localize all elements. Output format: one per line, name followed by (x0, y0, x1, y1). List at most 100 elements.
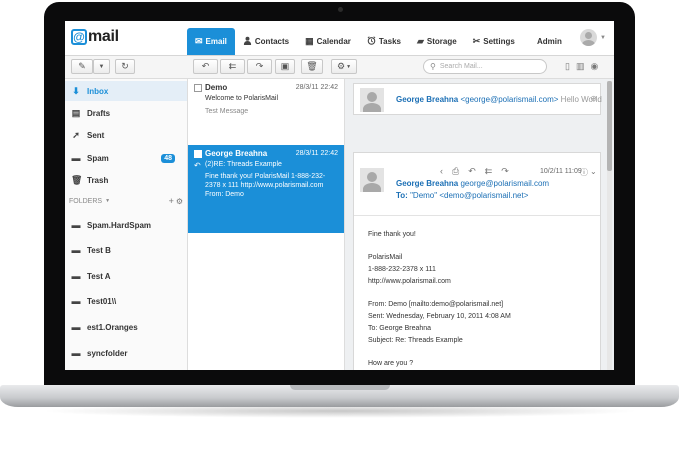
tab-tasks[interactable]: Tasks (359, 28, 409, 55)
folder-icon: ▬ (71, 348, 81, 358)
compose-button[interactable]: ✎ (71, 59, 93, 74)
forward-button[interactable]: ↷ (247, 59, 272, 74)
search-input[interactable]: ⚲ Search Mail... (423, 59, 547, 74)
recipient: "Demo" <demo@polarismail.net> (410, 191, 529, 200)
delete-button[interactable]: 🗑 (301, 59, 323, 74)
sidebar-item-label: Spam (87, 153, 109, 163)
folder-item[interactable]: ▬ est1.Oranges (65, 317, 187, 337)
message-subject: (2)RE: Threads Example (205, 161, 282, 168)
message-actions: ‹ ⎙ ↶ ⇇ ↷ (440, 166, 509, 177)
chevron-down-icon[interactable]: ⌄ (590, 167, 597, 176)
chevron-down-icon[interactable]: ▼ (105, 198, 110, 204)
forward-icon[interactable]: ↷ (501, 166, 509, 177)
reading-scrollbar[interactable] (607, 81, 612, 370)
laptop-notch (290, 385, 390, 390)
storage-icon: ▰ (416, 36, 424, 46)
body-line: To: George Breahna (368, 325, 432, 332)
info-icon[interactable]: ⓘ (580, 167, 588, 178)
message-date: 28/3/11 22:42 (295, 150, 338, 157)
folder-icon: ▬ (71, 153, 81, 163)
archive-button[interactable]: ▣ (275, 59, 295, 74)
app-screen: @ mail ✉ Email Contacts ▦ Calendar Tasks… (65, 21, 614, 370)
reply-icon[interactable]: ↶ (468, 166, 476, 177)
sidebar-item-label: Drafts (87, 108, 111, 118)
trash-icon: 🗑 (71, 174, 83, 185)
layout-single-icon[interactable]: ▯ (565, 61, 570, 72)
settings-menu-button[interactable]: ⚙ ▼ (331, 59, 357, 74)
reply-all-icon[interactable]: ⇇ (485, 166, 493, 177)
tab-settings-label: Settings (483, 37, 515, 46)
sidebar-item-label: Trash (87, 175, 109, 185)
list-item[interactable]: Demo 28/3/11 22:42 Welcome to PolarisMai… (188, 79, 344, 145)
folder-icon: ▬ (71, 220, 81, 230)
layout-split-icon[interactable]: ▥ (576, 61, 585, 72)
body-line: http://www.polarismail.com (368, 278, 451, 285)
chevron-down-icon: ▼ (346, 63, 352, 70)
sidebar-item-drafts[interactable]: ▤ Drafts (65, 103, 187, 123)
folder-icon: ▬ (71, 322, 81, 332)
add-folder-icon[interactable]: + (169, 196, 174, 206)
body-line: PolarisMail (368, 254, 403, 261)
sent-icon: ➚ (72, 129, 80, 140)
tab-contacts[interactable]: Contacts (235, 28, 297, 55)
refresh-button[interactable]: ↻ (115, 59, 135, 74)
user-avatar[interactable] (580, 29, 597, 46)
folder-icon: ▬ (71, 296, 81, 306)
message-checkbox[interactable] (194, 150, 202, 158)
scrollbar-thumb[interactable] (607, 81, 612, 171)
trash-icon: 🗑 (306, 61, 318, 71)
person-icon (243, 36, 252, 47)
eye-icon[interactable]: ◉ (590, 61, 598, 72)
folder-item[interactable]: ▬ syncfolder (65, 343, 187, 363)
message-sender: Demo (205, 83, 228, 92)
logo-text: mail (88, 28, 119, 45)
reply-button[interactable]: ↶ (193, 59, 218, 74)
message-sender: George Breahna (205, 149, 268, 158)
tab-settings[interactable]: ✂ Settings (465, 28, 523, 55)
message-preview: Test Message (205, 108, 249, 115)
reply-all-button[interactable]: ⇇ (220, 59, 245, 74)
print-icon[interactable]: ⎙ (452, 166, 459, 177)
message-checkbox[interactable] (194, 84, 202, 92)
chevron-down-icon[interactable]: ▼ (600, 35, 606, 41)
tab-storage-label: Storage (426, 37, 457, 46)
gear-icon: ⚙ (336, 61, 346, 71)
list-item[interactable]: George Breahna 28/3/11 22:42 ↶ (2)RE: Th… (188, 145, 344, 233)
tab-storage[interactable]: ▰ Storage (409, 28, 465, 55)
expand-icon[interactable]: ⊕ (590, 94, 597, 103)
folder-item[interactable]: ▬ Spam.HardSpam (65, 215, 187, 235)
reply-icon: ↶ (194, 161, 201, 170)
app-logo[interactable]: @ mail (71, 28, 119, 46)
body-line: Sent: Wednesday, February 10, 2011 4:08 … (368, 313, 511, 320)
sender-email: george@polarismail.com (460, 179, 550, 188)
tab-email[interactable]: ✉ Email (187, 28, 235, 55)
body-line: How are you ? (368, 360, 414, 367)
collapsed-message[interactable]: George Breahna <george@polarismail.com> … (353, 83, 602, 115)
sidebar-item-sent[interactable]: ➚ Sent (65, 125, 187, 145)
alarm-icon (367, 36, 376, 47)
admin-link[interactable]: Admin (537, 37, 562, 46)
tab-calendar-label: Calendar (316, 37, 351, 46)
unread-count-badge: 48 (161, 153, 175, 163)
header-divider (354, 215, 600, 216)
folder-item[interactable]: ▬ Test01\\ (65, 291, 187, 311)
chevron-left-icon[interactable]: ‹ (440, 166, 443, 177)
tab-calendar[interactable]: ▦ Calendar (297, 28, 359, 55)
preview-line: From: Demo (205, 191, 244, 198)
message-from-line: George Breahna george@polarismail.com (396, 179, 549, 188)
folder-item[interactable]: ▬ Test A (65, 266, 187, 286)
preview-line: Fine thank you! PolarisMail 1-888-232- (205, 173, 326, 180)
sidebar-item-inbox[interactable]: ⬇ Inbox (65, 81, 187, 101)
envelope-icon: ✉ (195, 36, 203, 46)
tab-contacts-label: Contacts (254, 37, 290, 46)
gear-icon[interactable]: ⚙ (176, 197, 183, 206)
to-label: To: (396, 191, 408, 200)
folder-label: Test A (87, 271, 111, 281)
tab-email-label: Email (205, 37, 227, 46)
mail-toolbar: ✎ ▼ ↻ ↶ ⇇ ↷ ▣ 🗑 ⚙ ▼ ⚲ Search Mail... ▯ ▥ … (65, 56, 614, 79)
sidebar-item-spam[interactable]: ▬ Spam 48 (65, 148, 187, 168)
folder-item[interactable]: ▬ Test B (65, 240, 187, 260)
sidebar-item-trash[interactable]: 🗑 Trash (65, 170, 187, 190)
folder-label: est1.Oranges (87, 322, 138, 332)
compose-menu-button[interactable]: ▼ (93, 59, 110, 74)
